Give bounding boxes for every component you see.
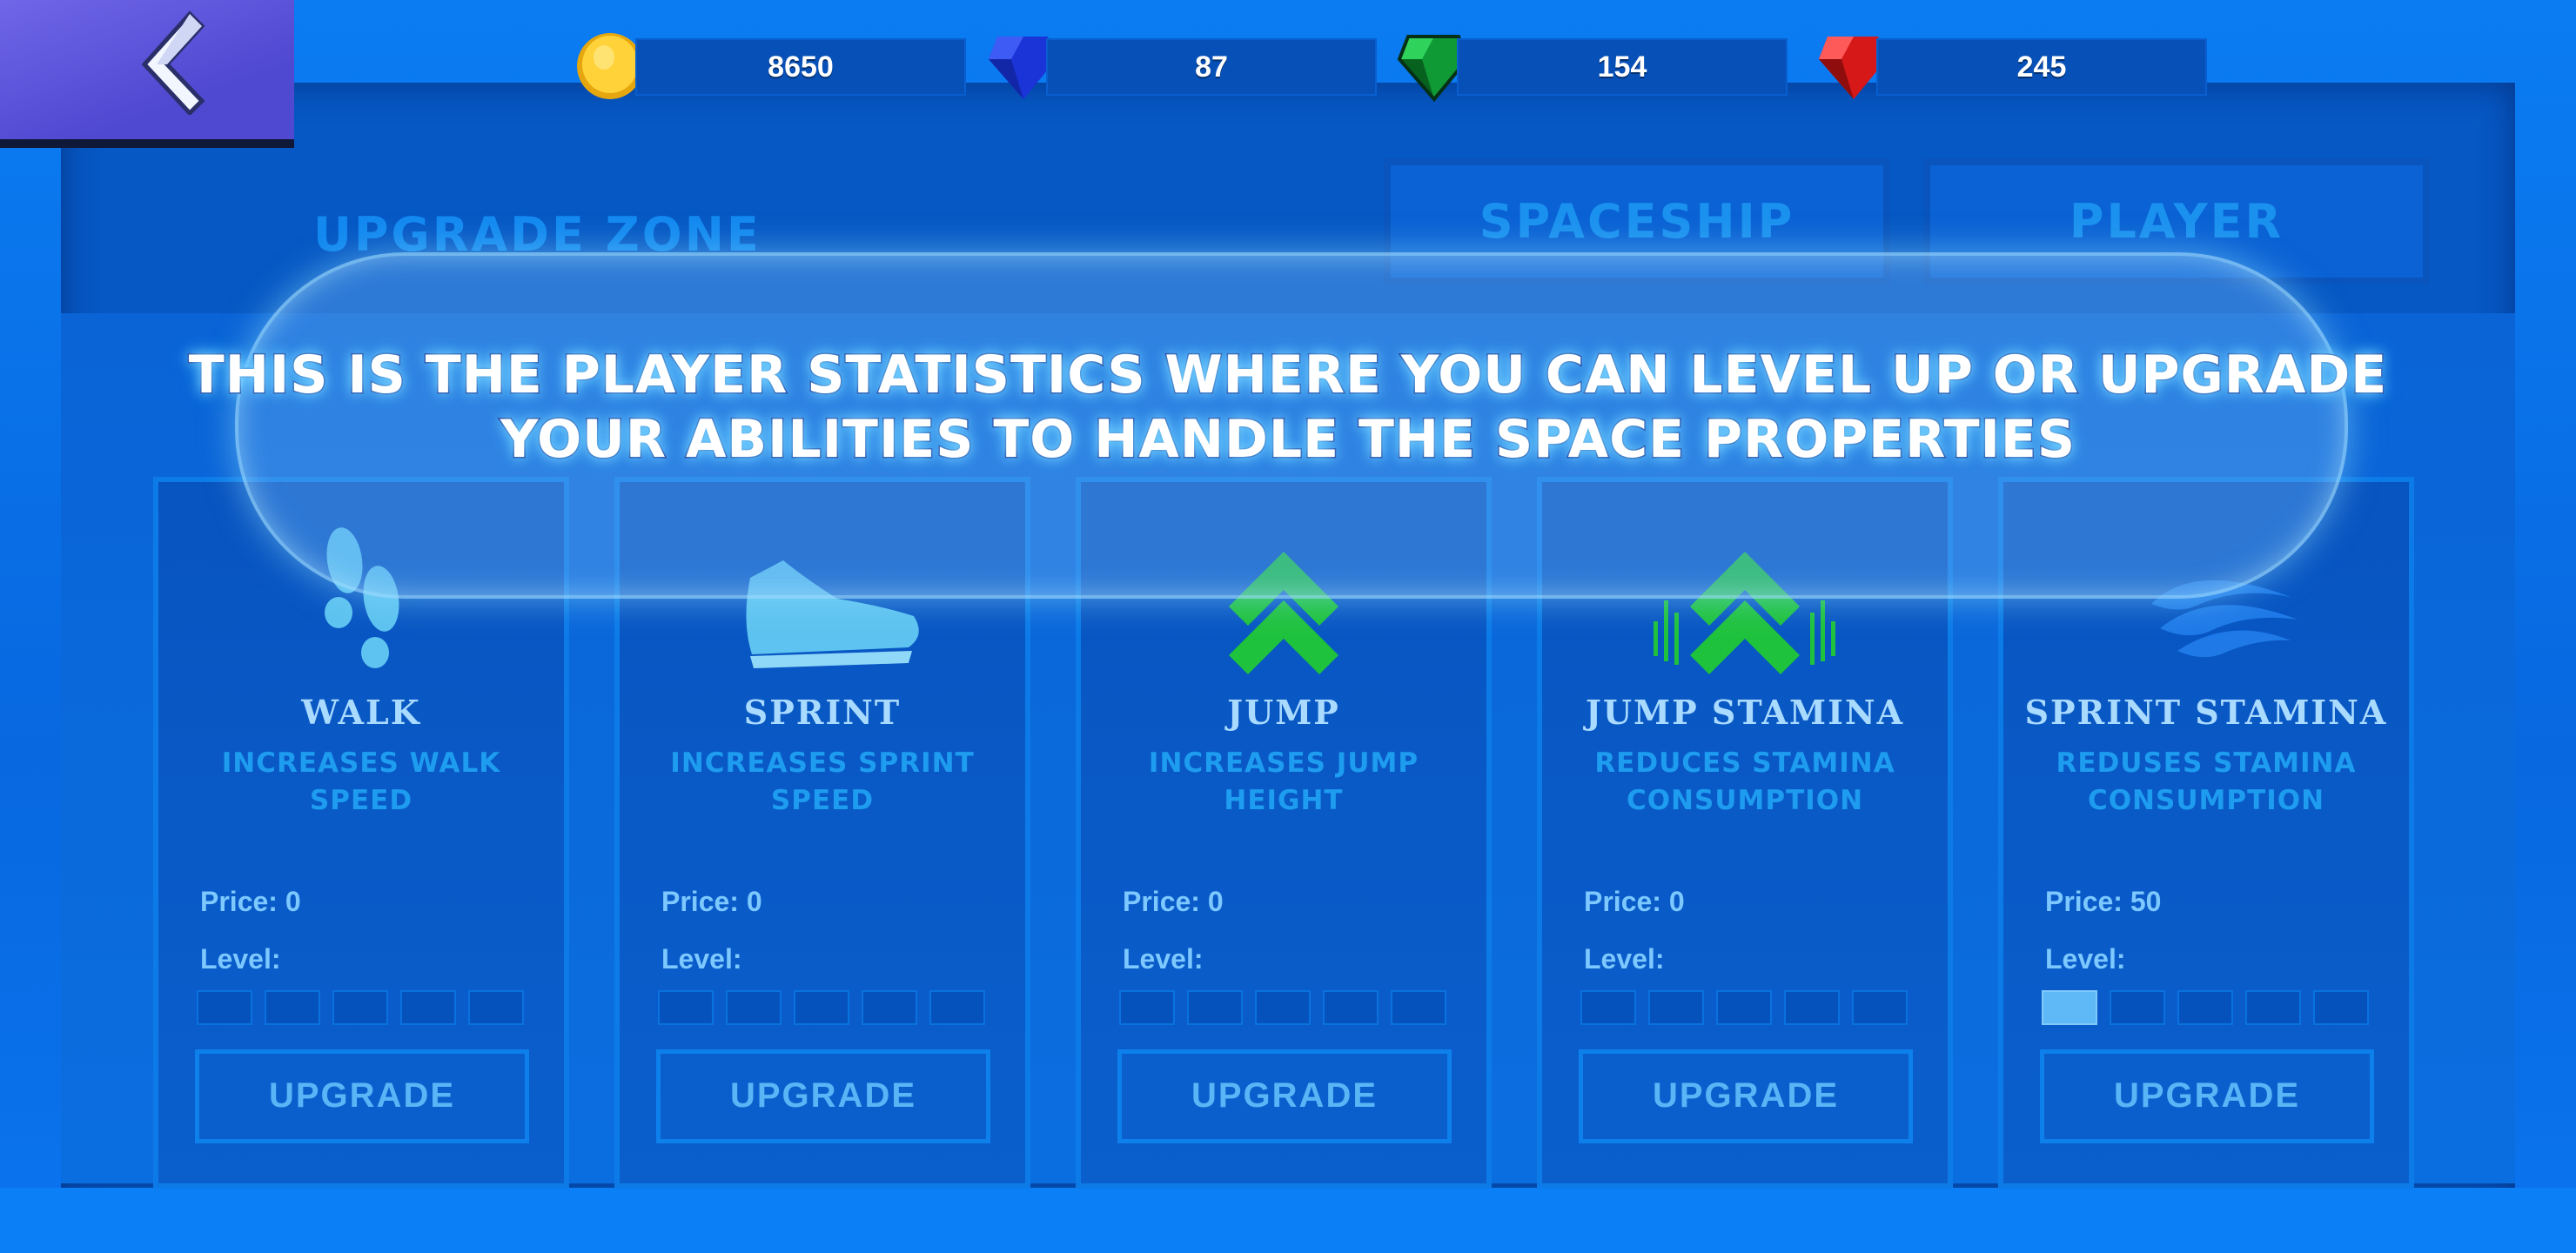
upgrade-button[interactable]: UPGRADE: [2040, 1049, 2374, 1143]
card-title: JUMP STAMINA: [1585, 693, 1905, 732]
card-description: INCREASES SPRINT SPEED: [654, 745, 990, 820]
back-button[interactable]: [0, 0, 294, 148]
card-description: INCREASES JUMP HEIGHT: [1116, 745, 1452, 820]
card-title: WALK: [301, 693, 421, 732]
card-description: REDUSES STAMINA CONSUMPTION: [2038, 745, 2374, 820]
currency-green-gems: 154: [1396, 30, 1788, 103]
currency-blue-gems: 87: [985, 30, 1377, 99]
card-title: SPRINT STAMINA: [2024, 693, 2388, 732]
level-meter: [1580, 990, 1911, 1029]
card-level-label: Level:: [1123, 943, 1204, 975]
level-slot-empty: [1784, 990, 1840, 1025]
red-gems-value: 245: [1876, 38, 2207, 96]
tutorial-text-line1: THIS IS THE PLAYER STATISTICS WHERE YOU …: [187, 344, 2388, 407]
floor-strip: [0, 1188, 2576, 1253]
card-level-label: Level:: [1584, 943, 1665, 975]
level-slot-empty: [1580, 990, 1636, 1025]
level-slot-empty: [265, 990, 320, 1025]
level-meter: [2042, 990, 2372, 1029]
card-title: SPRINT: [743, 693, 902, 732]
level-slot-empty: [2110, 990, 2165, 1025]
level-slot-empty: [726, 990, 782, 1025]
level-slot-empty: [2177, 990, 2233, 1025]
card-description-line2: CONSUMPTION: [1626, 785, 1864, 816]
card-description-line2: SPEED: [309, 785, 413, 816]
card-price: Price: 50: [2045, 886, 2162, 917]
card-description-line1: INCREASES SPRINT: [670, 747, 975, 779]
level-slot-empty: [1119, 990, 1175, 1025]
level-slot-empty: [794, 990, 849, 1025]
card-description-line1: INCREASES WALK: [221, 747, 501, 779]
level-meter: [1119, 990, 1450, 1029]
upgrade-button[interactable]: UPGRADE: [195, 1049, 529, 1143]
level-slot-empty: [1255, 990, 1311, 1025]
card-price: Price: 0: [200, 886, 301, 917]
card-description-line1: REDUSES STAMINA: [2056, 747, 2357, 779]
upgrade-button[interactable]: UPGRADE: [1579, 1049, 1913, 1143]
level-slot-empty: [400, 990, 456, 1025]
level-meter: [197, 990, 527, 1029]
card-description: INCREASES WALK SPEED: [193, 745, 529, 820]
card-level-label: Level:: [661, 943, 742, 975]
card-level-label: Level:: [200, 943, 281, 975]
level-slot-empty: [332, 990, 388, 1025]
upgrade-button[interactable]: UPGRADE: [656, 1049, 990, 1143]
level-slot-empty: [1187, 990, 1243, 1025]
currency-coins: 8650: [566, 30, 966, 99]
level-slot-empty: [2245, 990, 2301, 1025]
card-price: Price: 0: [1123, 886, 1224, 917]
coins-value: 8650: [635, 38, 966, 96]
card-price: Price: 0: [661, 886, 762, 917]
level-slot-empty: [862, 990, 917, 1025]
card-level-label: Level:: [2045, 943, 2126, 975]
level-slot-empty: [929, 990, 985, 1025]
card-description-line2: CONSUMPTION: [2087, 785, 2325, 816]
level-slot-empty: [658, 990, 714, 1025]
level-slot-empty: [1648, 990, 1704, 1025]
card-price: Price: 0: [1584, 886, 1685, 917]
card-title: JUMP: [1227, 693, 1340, 732]
currency-red-gems: 245: [1815, 30, 2207, 99]
level-slot-empty: [2313, 990, 2369, 1025]
card-description-line2: HEIGHT: [1224, 785, 1344, 816]
card-description: REDUCES STAMINA CONSUMPTION: [1577, 745, 1913, 820]
card-description-line1: INCREASES JUMP: [1148, 747, 1419, 779]
level-slot-empty: [197, 990, 252, 1025]
level-slot-empty: [1852, 990, 1908, 1025]
level-slot-filled: [2042, 990, 2097, 1025]
level-slot-empty: [1716, 990, 1772, 1025]
card-description-line1: REDUCES STAMINA: [1594, 747, 1895, 779]
green-gems-value: 154: [1457, 38, 1788, 96]
card-description-line2: SPEED: [770, 785, 875, 816]
upgrade-button[interactable]: UPGRADE: [1117, 1049, 1452, 1143]
back-arrow-icon: [141, 10, 205, 115]
level-meter: [658, 990, 989, 1029]
level-slot-empty: [1323, 990, 1379, 1025]
blue-gems-value: 87: [1046, 38, 1377, 96]
level-slot-empty: [468, 990, 524, 1025]
tutorial-text-line2: YOUR ABILITIES TO HANDLE THE SPACE PROPE…: [499, 408, 2076, 472]
level-slot-empty: [1391, 990, 1446, 1025]
